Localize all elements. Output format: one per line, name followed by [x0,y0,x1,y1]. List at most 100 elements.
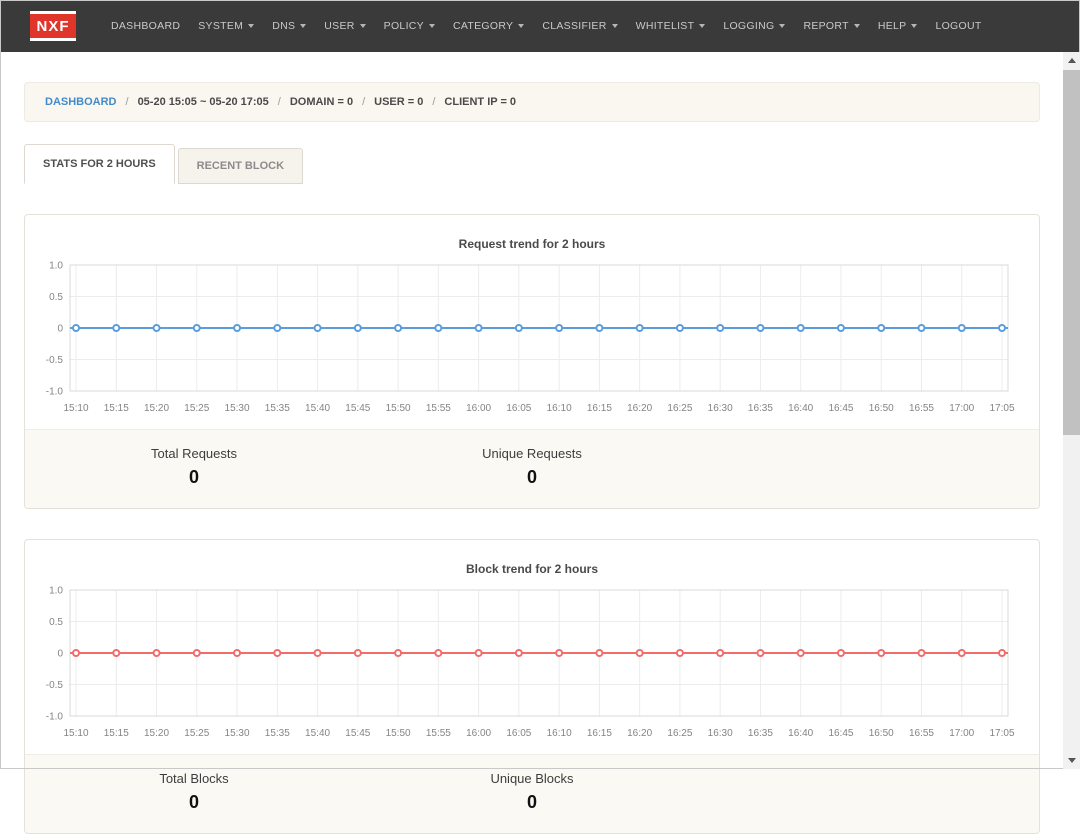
svg-text:16:40: 16:40 [788,728,813,739]
nav-item-policy[interactable]: POLICY [375,0,444,52]
svg-text:16:00: 16:00 [466,728,491,739]
unique-requests-stat: Unique Requests 0 [363,446,701,488]
svg-text:16:30: 16:30 [708,728,733,739]
stat-value: 0 [363,467,701,488]
dashboard-tabs: STATS FOR 2 HOURS RECENT BLOCK [24,144,1040,184]
breadcrumb-dashboard-link[interactable]: DASHBOARD [45,96,117,108]
svg-text:-0.5: -0.5 [46,680,64,691]
svg-text:15:10: 15:10 [63,403,88,414]
svg-text:16:00: 16:00 [466,403,491,414]
nav-item-logout[interactable]: LOGOUT [926,0,990,52]
stat-value: 0 [363,792,701,813]
scrollbar[interactable] [1063,52,1080,769]
svg-text:15:30: 15:30 [225,403,250,414]
svg-text:-1.0: -1.0 [46,387,64,398]
block-trend-panel: Block trend for 2 hours 1.00.50-0.5-1.01… [24,539,1040,834]
nav-item-label: LOGGING [723,0,774,52]
svg-text:15:15: 15:15 [104,403,129,414]
svg-text:16:05: 16:05 [506,728,531,739]
svg-text:1.0: 1.0 [49,261,63,272]
nav-item-label: DASHBOARD [111,0,180,52]
unique-blocks-stat: Unique Blocks 0 [363,771,701,813]
nav-item-label: DNS [272,0,295,52]
svg-text:16:35: 16:35 [748,728,773,739]
nav-item-logging[interactable]: LOGGING [714,0,794,52]
stat-label: Total Requests [25,446,363,461]
svg-text:15:40: 15:40 [305,728,330,739]
svg-text:15:55: 15:55 [426,403,451,414]
svg-text:15:15: 15:15 [104,728,129,739]
svg-text:0: 0 [57,649,63,660]
svg-text:0.5: 0.5 [49,292,63,303]
svg-text:15:20: 15:20 [144,728,169,739]
svg-text:16:55: 16:55 [909,728,934,739]
nav-item-dashboard[interactable]: DASHBOARD [102,0,189,52]
svg-text:16:30: 16:30 [708,403,733,414]
svg-text:16:45: 16:45 [828,403,853,414]
chevron-down-icon [779,24,785,28]
svg-text:17:00: 17:00 [949,728,974,739]
scroll-down-button[interactable] [1063,752,1080,769]
svg-text:15:35: 15:35 [265,728,290,739]
chevron-down-icon [911,24,917,28]
chevron-down-icon [612,24,618,28]
nav-item-help[interactable]: HELP [869,0,927,52]
chevron-down-icon [854,24,860,28]
breadcrumb-separator: / [278,96,281,108]
chevron-down-icon [248,24,254,28]
nav-item-label: POLICY [384,0,424,52]
breadcrumb-user-filter: USER = 0 [374,96,423,108]
nav-item-label: REPORT [803,0,848,52]
svg-text:-0.5: -0.5 [46,355,64,366]
svg-text:16:50: 16:50 [869,728,894,739]
svg-text:16:15: 16:15 [587,403,612,414]
stat-value: 0 [25,467,363,488]
svg-text:16:10: 16:10 [547,403,572,414]
svg-text:0: 0 [57,324,63,335]
nav-item-category[interactable]: CATEGORY [444,0,533,52]
tab-recent-block[interactable]: RECENT BLOCK [178,148,303,184]
tab-stats-for-2-hours[interactable]: STATS FOR 2 HOURS [24,144,175,184]
breadcrumb-separator: / [362,96,365,108]
chevron-down-icon [518,24,524,28]
chevron-down-icon [300,24,306,28]
nav-item-label: WHITELIST [636,0,695,52]
svg-text:15:10: 15:10 [63,728,88,739]
breadcrumb-domain-filter: DOMAIN = 0 [290,96,353,108]
nav-item-dns[interactable]: DNS [263,0,315,52]
nav-item-label: CLASSIFIER [542,0,606,52]
stat-label: Unique Requests [363,446,701,461]
stat-spacer [701,771,1039,813]
total-requests-stat: Total Requests 0 [25,446,363,488]
nav-item-whitelist[interactable]: WHITELIST [627,0,715,52]
chart-title: Request trend for 2 hours [25,215,1039,257]
nav-item-system[interactable]: SYSTEM [189,0,263,52]
scroll-up-button[interactable] [1063,52,1080,69]
breadcrumb-clientip-filter: CLIENT IP = 0 [444,96,516,108]
svg-text:15:25: 15:25 [184,403,209,414]
svg-text:17:05: 17:05 [989,403,1014,414]
scrollbar-thumb[interactable] [1063,70,1080,435]
svg-text:15:45: 15:45 [345,728,370,739]
chevron-down-icon [699,24,705,28]
nxfilter-logo[interactable]: NXF [30,11,76,41]
svg-text:15:25: 15:25 [184,728,209,739]
svg-text:16:15: 16:15 [587,728,612,739]
chart-title: Block trend for 2 hours [25,540,1039,582]
nav-item-report[interactable]: REPORT [794,0,868,52]
chevron-down-icon [360,24,366,28]
nav-item-classifier[interactable]: CLASSIFIER [533,0,626,52]
svg-text:15:35: 15:35 [265,403,290,414]
svg-text:16:20: 16:20 [627,728,652,739]
svg-text:15:20: 15:20 [144,403,169,414]
svg-text:16:25: 16:25 [667,403,692,414]
svg-text:16:50: 16:50 [869,403,894,414]
nav-menu: DASHBOARD SYSTEM DNS USER POLICY CATEGOR… [102,0,991,52]
nav-item-label: HELP [878,0,907,52]
svg-text:17:00: 17:00 [949,403,974,414]
svg-text:15:50: 15:50 [386,728,411,739]
main-content: DASHBOARD / 05-20 15:05 ~ 05-20 17:05 / … [24,82,1040,834]
nav-item-user[interactable]: USER [315,0,374,52]
breadcrumb: DASHBOARD / 05-20 15:05 ~ 05-20 17:05 / … [24,82,1040,122]
svg-text:16:10: 16:10 [547,728,572,739]
